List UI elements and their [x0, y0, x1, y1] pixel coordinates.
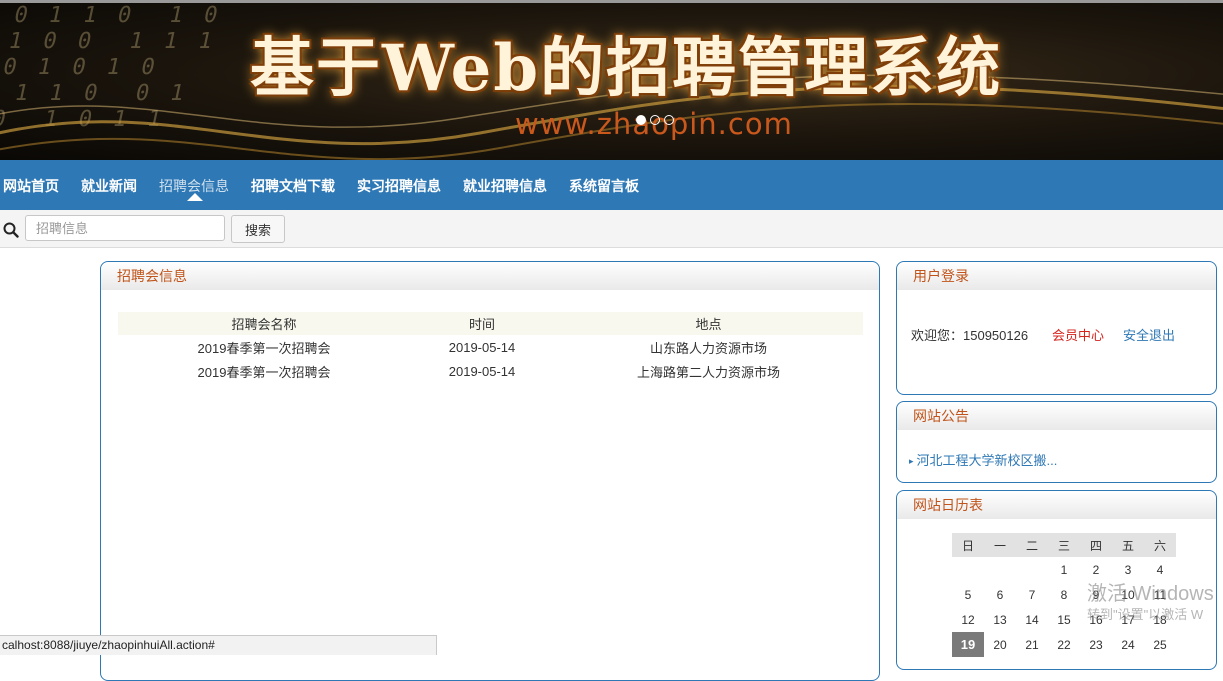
- table-row[interactable]: 2019春季第一次招聘会 2019-05-14 山东路人力资源市场: [118, 335, 863, 359]
- chevron-right-icon: ▸: [909, 456, 914, 466]
- cell-name[interactable]: 2019春季第一次招聘会: [118, 335, 410, 359]
- calendar-day[interactable]: 8: [1048, 582, 1080, 607]
- weekday-thu: 四: [1080, 533, 1112, 557]
- calendar-day[interactable]: 15: [1048, 607, 1080, 632]
- nav-internship[interactable]: 实习招聘信息: [357, 176, 441, 196]
- notice-item[interactable]: ▸ 河北工程大学新校区搬...: [909, 450, 1057, 469]
- calendar-day[interactable]: 1: [1048, 557, 1080, 582]
- table-header-row: 招聘会名称 时间 地点: [118, 312, 863, 335]
- weekday-fri: 五: [1112, 533, 1144, 557]
- notice-item-label: 河北工程大学新校区搬...: [916, 453, 1058, 468]
- calendar-day[interactable]: 6: [984, 582, 1016, 607]
- site-calendar-panel-title: 网站日历表: [897, 491, 1216, 519]
- cell-location: 山东路人力资源市场: [649, 340, 767, 356]
- site-title: 基于Web的招聘管理系统: [250, 31, 1003, 106]
- weekday-mon: 一: [984, 533, 1016, 557]
- calendar-day[interactable]: 24: [1112, 632, 1144, 657]
- calendar-day[interactable]: 14: [1016, 607, 1048, 632]
- calendar-day[interactable]: 21: [1016, 632, 1048, 657]
- calendar-day[interactable]: 22: [1048, 632, 1080, 657]
- carousel-dot-2[interactable]: [650, 115, 660, 125]
- logout-link[interactable]: 安全退出: [1123, 325, 1175, 344]
- nav-active-indicator: [187, 193, 203, 201]
- nav-employment[interactable]: 就业招聘信息: [463, 176, 547, 196]
- welcome-text: 欢迎您：150950126: [911, 328, 1029, 343]
- main-nav: 网站首页 就业新闻 招聘会信息 招聘文档下载 实习招聘信息 就业招聘信息 系统留…: [0, 160, 1223, 210]
- calendar-day[interactable]: 25: [1144, 632, 1176, 657]
- user-login-panel-title: 用户登录: [897, 262, 1216, 290]
- col-header-time: 时间: [410, 312, 554, 335]
- weekday-sat: 六: [1144, 533, 1176, 557]
- search-bar: 搜索: [0, 210, 1223, 248]
- nav-message-board[interactable]: 系统留言板: [569, 176, 639, 196]
- header-banner: 0 1 1 0 1 01 0 0 1 1 10 1 0 1 0 1 1 0 0 …: [0, 0, 1223, 160]
- carousel-dots: [636, 115, 674, 125]
- activation-watermark-title: 激活 Windows: [1087, 583, 1214, 605]
- calendar-day[interactable]: 20: [984, 632, 1016, 657]
- calendar-day[interactable]: 12: [952, 607, 984, 632]
- cell-time: 2019-05-14: [448, 339, 516, 355]
- nav-news[interactable]: 就业新闻: [81, 176, 137, 196]
- calendar-day[interactable]: 13: [984, 607, 1016, 632]
- cell-name[interactable]: 2019春季第一次招聘会: [118, 359, 410, 383]
- job-fair-table: 招聘会名称 时间 地点 2019春季第一次招聘会 2019-05-14 山东路人…: [118, 312, 863, 383]
- nav-docs-download[interactable]: 招聘文档下载: [251, 176, 335, 196]
- calendar-day[interactable]: 7: [1016, 582, 1048, 607]
- carousel-dot-3[interactable]: [664, 115, 674, 125]
- nav-home[interactable]: 网站首页: [3, 176, 59, 196]
- calendar-day[interactable]: 23: [1080, 632, 1112, 657]
- site-notice-panel-title: 网站公告: [897, 402, 1216, 430]
- calendar-day: [952, 557, 984, 582]
- member-center-link[interactable]: 会员中心: [1052, 325, 1104, 344]
- table-row[interactable]: 2019春季第一次招聘会 2019-05-14 上海路第二人力资源市场: [118, 359, 863, 383]
- job-fair-panel-title: 招聘会信息: [101, 262, 879, 290]
- search-button[interactable]: 搜索: [231, 215, 285, 243]
- search-icon: [3, 222, 19, 238]
- calendar-day: [1016, 557, 1048, 582]
- cell-location: 上海路第二人力资源市场: [636, 364, 780, 380]
- search-input[interactable]: [25, 215, 225, 241]
- calendar-week-row: 19 20 21 22 23 24 25: [952, 632, 1176, 657]
- col-header-location: 地点: [554, 312, 863, 335]
- carousel-dot-1[interactable]: [636, 115, 646, 125]
- browser-status-bar: calhost:8088/jiuye/zhaopinhuiAll.action#: [0, 635, 437, 655]
- weekday-sun: 日: [952, 533, 984, 557]
- calendar-day-today[interactable]: 19: [952, 632, 984, 657]
- cell-time: 2019-05-14: [448, 363, 516, 379]
- calendar-day: [984, 557, 1016, 582]
- weekday-tue: 二: [1016, 533, 1048, 557]
- calendar-weekday-row: 日 一 二 三 四 五 六: [952, 533, 1176, 557]
- activation-watermark-subtitle: 转到"设置"以激活 W: [1087, 607, 1204, 622]
- job-fair-panel: 招聘会信息 招聘会名称 时间 地点 2019春季第一次招聘会 2019-05-1…: [100, 261, 880, 681]
- calendar-day[interactable]: 5: [952, 582, 984, 607]
- weekday-wed: 三: [1048, 533, 1080, 557]
- user-login-panel: 用户登录 欢迎您：150950126 会员中心 安全退出: [896, 261, 1217, 395]
- site-notice-panel: 网站公告 ▸ 河北工程大学新校区搬...: [896, 401, 1217, 483]
- col-header-name: 招聘会名称: [118, 312, 410, 335]
